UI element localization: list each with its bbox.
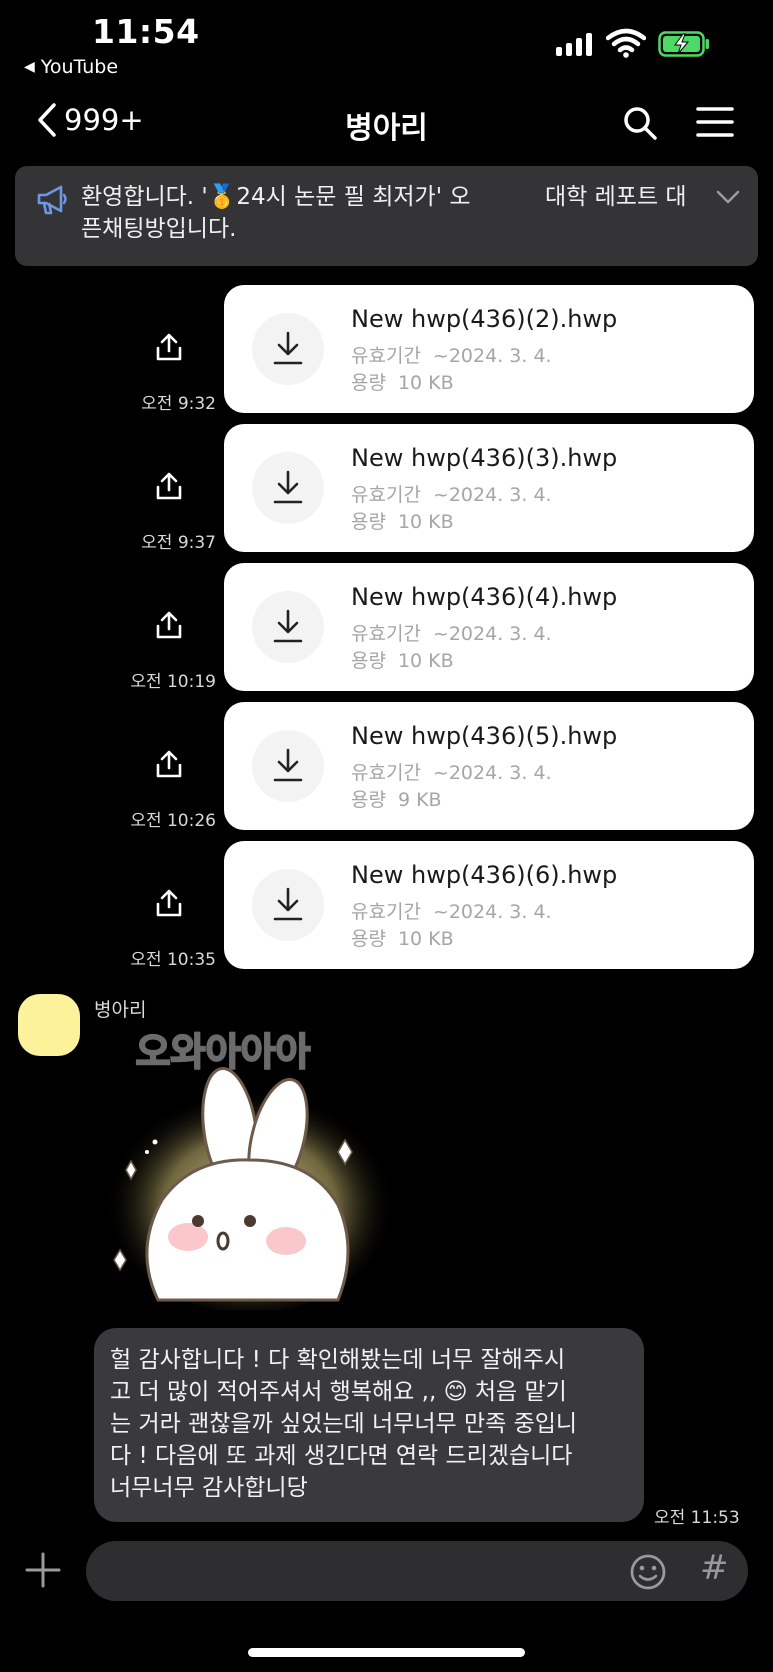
file-expiry: 유효기간 ~2024. 3. 4.: [351, 345, 552, 367]
search-icon[interactable]: [620, 103, 660, 143]
download-icon: [273, 748, 303, 782]
chevron-left-icon: [38, 103, 56, 137]
megaphone-icon: [37, 185, 67, 215]
download-button[interactable]: [252, 452, 324, 524]
file-card[interactable]: New hwp(436)(3).hwp 유효기간 ~2024. 3. 4. 용량 1…: [224, 424, 754, 552]
clock: 11:54: [92, 12, 200, 51]
file-size: 용량 10 KB: [351, 650, 454, 672]
emoji-icon[interactable]: [629, 1553, 667, 1591]
message-time: 오전 9:32: [141, 394, 216, 414]
file-size: 용량 9 KB: [351, 789, 442, 811]
file-expiry: 유효기간 ~2024. 3. 4.: [351, 762, 552, 784]
file-card[interactable]: New hwp(436)(2).hwp 유효기간 ~2024. 3. 4. 용량 1…: [224, 285, 754, 413]
hash-icon[interactable]: #: [700, 1548, 729, 1588]
file-name: New hwp(436)(5).hwp: [351, 722, 618, 750]
file-expiry: 유효기간 ~2024. 3. 4.: [351, 901, 552, 923]
unread-count: 999+: [64, 103, 144, 137]
file-name: New hwp(436)(6).hwp: [351, 861, 618, 889]
home-indicator: [248, 1648, 525, 1657]
back-app-label: YouTube: [40, 56, 119, 78]
file-name: New hwp(436)(2).hwp: [351, 305, 618, 333]
file-card[interactable]: New hwp(436)(5).hwp 유효기간 ~2024. 3. 4. 용량 9…: [224, 702, 754, 830]
download-icon: [273, 470, 303, 504]
sender-name: 병아리: [94, 999, 147, 1021]
message-time: 오전 10:26: [130, 811, 216, 831]
download-button[interactable]: [252, 591, 324, 663]
file-message: 오전 9:32 New hwp(436)(2).hwp 유효기간 ~2024. 3…: [0, 285, 773, 414]
file-name: New hwp(436)(3).hwp: [351, 444, 618, 472]
status-bar: 11:54 ◀ YouTube: [0, 0, 773, 90]
plus-icon[interactable]: [24, 1551, 62, 1589]
share-icon[interactable]: [155, 332, 183, 362]
notice-preview-text: 대학 레포트 대: [545, 184, 687, 210]
download-icon: [273, 331, 303, 365]
back-button[interactable]: 999+: [34, 101, 144, 139]
notice-banner[interactable]: 환영합니다. '🥇24시 논문 필 최저가' 오픈채팅방입니다. 대학 레포트 …: [15, 166, 758, 266]
share-icon[interactable]: [155, 888, 183, 918]
share-icon[interactable]: [155, 610, 183, 640]
message-time: 오전 10:35: [130, 950, 216, 970]
file-card[interactable]: New hwp(436)(4).hwp 유효기간 ~2024. 3. 4. 용량 1…: [224, 563, 754, 691]
avatar[interactable]: [18, 994, 80, 1056]
file-message: 오전 10:35 New hwp(436)(6).hwp 유효기간 ~2024. …: [0, 841, 773, 970]
file-expiry: 유효기간 ~2024. 3. 4.: [351, 623, 552, 645]
download-icon: [273, 887, 303, 921]
back-to-app-link[interactable]: ◀ YouTube: [24, 56, 118, 78]
back-triangle-icon: ◀: [24, 59, 35, 75]
file-size: 용량 10 KB: [351, 372, 454, 394]
file-message: 오전 10:26 New hwp(436)(5).hwp 유효기간 ~2024. …: [0, 702, 773, 831]
download-button[interactable]: [252, 869, 324, 941]
cellular-signal-icon: [556, 32, 592, 56]
file-name: New hwp(436)(4).hwp: [351, 583, 618, 611]
bunny-sticker[interactable]: 오와아아아: [100, 1030, 400, 1310]
message-time: 오전 10:19: [130, 672, 216, 692]
file-size: 용량 10 KB: [351, 511, 454, 533]
notice-text: 환영합니다. '🥇24시 논문 필 최저가' 오픈채팅방입니다.: [81, 184, 471, 242]
wifi-icon: [606, 28, 646, 58]
file-message: 오전 9:37 New hwp(436)(3).hwp 유효기간 ~2024. 3…: [0, 424, 773, 553]
chevron-down-icon[interactable]: [715, 188, 741, 206]
file-card[interactable]: New hwp(436)(6).hwp 유효기간 ~2024. 3. 4. 용량 1…: [224, 841, 754, 969]
battery-charging-icon: [658, 31, 709, 57]
download-button[interactable]: [252, 313, 324, 385]
menu-icon[interactable]: [696, 105, 734, 139]
file-expiry: 유효기간 ~2024. 3. 4.: [351, 484, 552, 506]
download-icon: [273, 609, 303, 643]
file-size: 용량 10 KB: [351, 928, 454, 950]
share-icon[interactable]: [155, 749, 183, 779]
message-text: 헐 감사합니다 ! 다 확인해봤는데 너무 잘해주시 고 더 많이 적어주셔서 …: [110, 1347, 578, 1501]
message-time: 오전 9:37: [141, 533, 216, 553]
chat-header: 999+ 병아리: [0, 95, 773, 155]
download-button[interactable]: [252, 730, 324, 802]
share-icon[interactable]: [155, 471, 183, 501]
message-bubble[interactable]: 헐 감사합니다 ! 다 확인해봤는데 너무 잘해주시 고 더 많이 적어주셔서 …: [94, 1328, 644, 1522]
file-message: 오전 10:19 New hwp(436)(4).hwp 유효기간 ~2024. …: [0, 563, 773, 692]
message-time: 오전 11:53: [654, 1508, 740, 1528]
